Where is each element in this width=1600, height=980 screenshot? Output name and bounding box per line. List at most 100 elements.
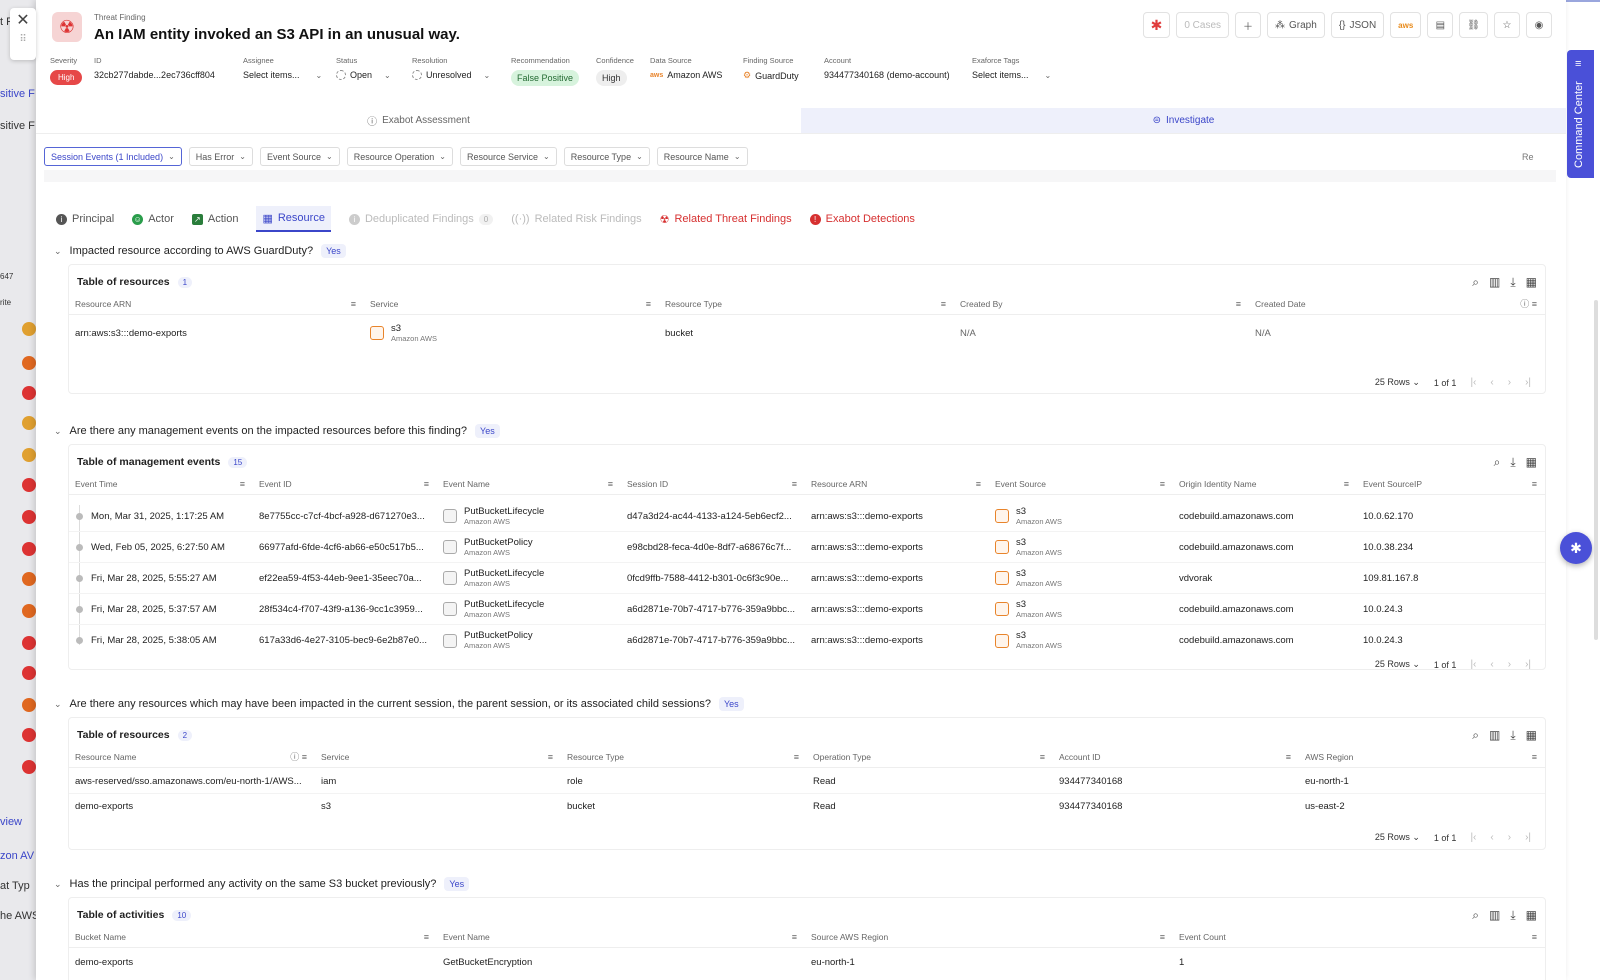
next-page-icon[interactable]: › [1508, 659, 1511, 670]
search-icon[interactable]: ⌕ [1494, 455, 1501, 470]
first-page-icon[interactable]: |‹ [1470, 377, 1476, 388]
command-center-tab[interactable]: ≡ Command Center [1567, 50, 1594, 178]
rows-per-page-select[interactable]: 25 Rows ⌄ [1375, 377, 1420, 388]
filter-icon[interactable]: ≡ [941, 299, 946, 309]
filter-icon[interactable]: ≡ [792, 479, 797, 489]
download-icon[interactable]: ⤓ [1510, 728, 1515, 743]
watch-button[interactable]: ◉ [1526, 12, 1552, 38]
table-row[interactable]: Fri, Mar 28, 2025, 5:55:27 AM ef22ea59-4… [69, 563, 1545, 594]
table-icon[interactable]: ▦ [1526, 275, 1537, 290]
search-icon[interactable]: ⌕ [1472, 908, 1479, 923]
table-icon[interactable]: ▦ [1526, 455, 1537, 470]
search-icon[interactable]: ⌕ [1472, 275, 1479, 290]
filter-icon[interactable]: ≡ [1344, 479, 1349, 489]
notes-button[interactable]: ▤ [1427, 12, 1454, 38]
finding-id[interactable]: 32cb277dabde...2ec736cff804 [94, 70, 215, 80]
exabot-button[interactable]: ✱ [1142, 12, 1171, 38]
next-page-icon[interactable]: › [1508, 832, 1511, 843]
columns-icon[interactable]: ▥ [1489, 908, 1500, 923]
filter-icon[interactable]: ≡ [1532, 479, 1537, 489]
columns-icon[interactable]: ▥ [1489, 275, 1500, 290]
cases-button[interactable]: 0 Cases [1176, 12, 1230, 38]
table-row[interactable]: Fri, Mar 28, 2025, 5:38:05 AM 617a33d6-4… [69, 625, 1545, 656]
table-icon[interactable]: ▦ [1526, 728, 1537, 743]
tab-exabot-detections[interactable]: ! Exabot Detections [809, 206, 915, 232]
link-button[interactable]: ⛓ [1459, 12, 1488, 38]
columns-icon[interactable]: ▥ [1489, 728, 1500, 743]
add-button[interactable]: ＋ [1235, 12, 1262, 38]
table-row[interactable]: Mon, Mar 31, 2025, 1:17:25 AM 8e7755cc-c… [69, 501, 1545, 532]
prev-page-icon[interactable]: ‹ [1490, 659, 1493, 670]
table-row[interactable]: aws-reserved/sso.amazonaws.com/eu-north-… [69, 770, 1545, 794]
filter-has-error[interactable]: Has Error ⌄ [188, 147, 253, 166]
filter-icon[interactable]: ≡ [1532, 752, 1537, 762]
filter-icon[interactable]: ≡ [1236, 299, 1241, 309]
filter-resource-type[interactable]: Resource Type ⌄ [563, 147, 650, 166]
first-page-icon[interactable]: |‹ [1470, 832, 1476, 843]
question-session-resources[interactable]: ⌄ Are there any resources which may have… [54, 697, 744, 711]
last-page-icon[interactable]: ›| [1525, 832, 1531, 843]
filter-session-events[interactable]: Session Events (1 Included) ⌄ [44, 147, 182, 166]
first-page-icon[interactable]: |‹ [1470, 659, 1476, 670]
tab-related-threat-findings[interactable]: ☢ Related Threat Findings [660, 206, 792, 232]
filter-icon[interactable]: ≡ [424, 932, 429, 942]
table-row[interactable]: arn:aws:s3:::demo-exports s3 Amazon AWS b… [69, 321, 1545, 345]
filter-icon[interactable]: ≡ [794, 752, 799, 762]
filter-icon[interactable]: ⓘ ≡ [1520, 297, 1537, 310]
download-icon[interactable]: ⤓ [1510, 455, 1515, 470]
filter-icon[interactable]: ≡ [1040, 752, 1045, 762]
filter-icon[interactable]: ≡ [646, 299, 651, 309]
filter-icon[interactable]: ≡ [1532, 932, 1537, 942]
table-icon[interactable]: ▦ [1526, 908, 1537, 923]
download-icon[interactable]: ⤓ [1510, 275, 1515, 290]
last-page-icon[interactable]: ›| [1525, 659, 1531, 670]
aws-console-button[interactable]: aws [1390, 12, 1422, 38]
filter-resource-service[interactable]: Resource Service ⌄ [459, 147, 557, 166]
drag-handle-icon[interactable]: ⠿ [10, 34, 36, 45]
filter-icon[interactable]: ≡ [1286, 752, 1291, 762]
question-impacted-resource[interactable]: ⌄ Impacted resource according to AWS Gua… [54, 244, 346, 258]
graph-button[interactable]: ⁂ Graph [1267, 12, 1325, 38]
filter-icon[interactable]: ≡ [424, 479, 429, 489]
filter-icon[interactable]: ≡ [351, 299, 356, 309]
page-scrollbar[interactable] [1594, 300, 1598, 640]
filter-icon[interactable]: ≡ [608, 479, 613, 489]
tab-exabot-assessment[interactable]: ⓘ Exabot Assessment [36, 108, 801, 134]
resolution-select[interactable]: Unresolved ⌄ [412, 70, 490, 80]
star-button[interactable]: ☆ [1494, 12, 1520, 38]
filter-icon[interactable]: ≡ [976, 479, 981, 489]
filter-icon[interactable]: ≡ [548, 752, 553, 762]
tab-actor[interactable]: ☺ Actor [132, 206, 174, 232]
close-panel-box[interactable]: ✕ ⠿ [10, 8, 36, 60]
question-management-events[interactable]: ⌄ Are there any management events on the… [54, 424, 500, 438]
filter-icon[interactable]: ≡ [792, 932, 797, 942]
last-page-icon[interactable]: ›| [1525, 377, 1531, 388]
search-icon[interactable]: ⌕ [1472, 728, 1479, 743]
filter-icon[interactable]: ≡ [240, 479, 245, 489]
content-scroll[interactable]: i Principal ☺ Actor ↗ Action ▦ Resource i Ded… [44, 170, 1556, 980]
prev-page-icon[interactable]: ‹ [1490, 832, 1493, 843]
tags-select[interactable]: Select items... ⌄ [972, 70, 1051, 80]
filter-event-source[interactable]: Event Source ⌄ [259, 147, 340, 166]
table-row[interactable]: Fri, Mar 28, 2025, 5:37:57 AM 28f534c4-f… [69, 594, 1545, 625]
close-icon[interactable]: ✕ [10, 8, 36, 34]
filter-resource-operation[interactable]: Resource Operation ⌄ [346, 147, 453, 166]
filter-icon[interactable]: ⓘ ≡ [290, 750, 307, 763]
next-page-icon[interactable]: › [1508, 377, 1511, 388]
status-select[interactable]: Open ⌄ [336, 70, 391, 80]
filter-resource-name[interactable]: Resource Name ⌄ [656, 147, 748, 166]
rows-per-page-select[interactable]: 25 Rows ⌄ [1375, 659, 1420, 670]
filter-overflow[interactable]: Re [1522, 152, 1534, 162]
filter-icon[interactable]: ≡ [1160, 932, 1165, 942]
tab-resource[interactable]: ▦ Resource [256, 206, 331, 232]
account-value[interactable]: 934477340168 (demo-account) [824, 70, 950, 80]
prev-page-icon[interactable]: ‹ [1490, 377, 1493, 388]
exabot-chat-button[interactable]: ✱ [1560, 532, 1592, 564]
json-button[interactable]: {} JSON [1330, 12, 1385, 38]
download-icon[interactable]: ⤓ [1510, 908, 1515, 923]
tab-action[interactable]: ↗ Action [191, 206, 238, 232]
question-prior-activity[interactable]: ⌄ Has the principal performed any activi… [54, 877, 470, 891]
rows-per-page-select[interactable]: 25 Rows ⌄ [1375, 832, 1420, 843]
tab-investigate[interactable]: ⊜ Investigate [801, 108, 1566, 134]
tab-related-risk-findings[interactable]: ((·)) Related Risk Findings [511, 206, 641, 232]
